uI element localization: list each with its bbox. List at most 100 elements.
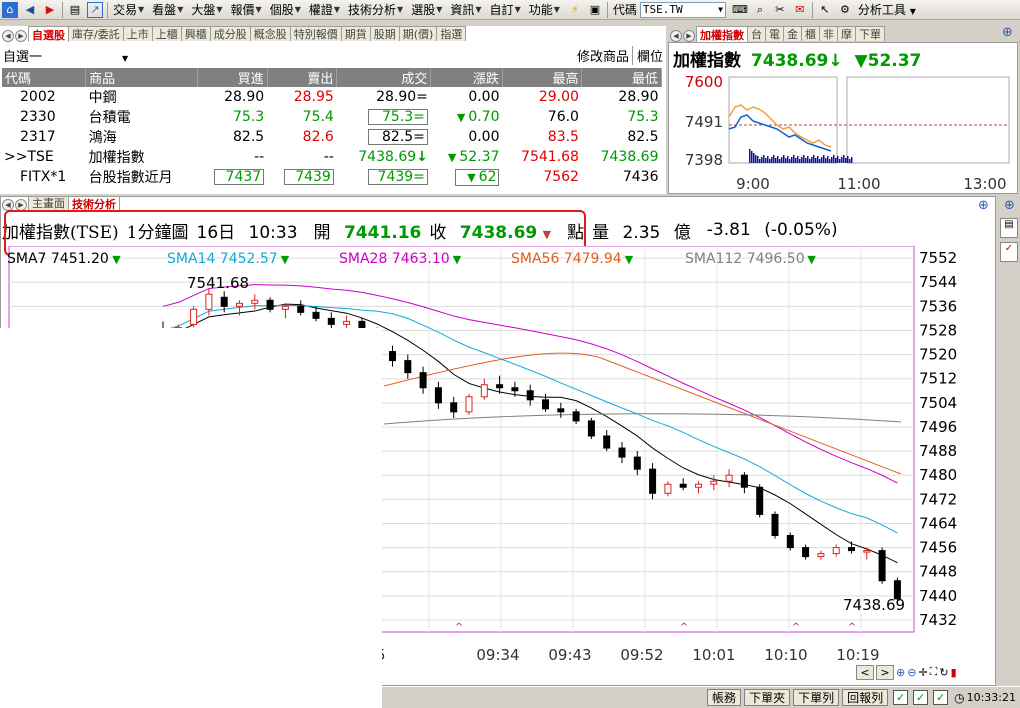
- column-header[interactable]: 最高: [502, 68, 583, 87]
- candle-body: [220, 296, 228, 307]
- tab-item[interactable]: 上櫃: [151, 26, 182, 41]
- cell-value: 0.00: [468, 89, 500, 105]
- scroll-left-icon[interactable]: <: [856, 664, 874, 680]
- menu-item[interactable]: 報價 ▼: [231, 1, 262, 18]
- status-button[interactable]: 下單列: [793, 689, 840, 706]
- watchlist-selector[interactable]: 自選一 ▼: [3, 46, 128, 65]
- scroll-right-icon[interactable]: >: [876, 664, 894, 680]
- tab-item[interactable]: 股期: [369, 26, 400, 41]
- zoom-icon[interactable]: ⊕: [1004, 198, 1015, 213]
- candle-body: [802, 547, 810, 558]
- menu-item[interactable]: 功能 ▼: [529, 1, 560, 18]
- note-icon[interactable]: ✓: [1000, 242, 1018, 262]
- menu-item[interactable]: 資訊 ▼: [450, 1, 481, 18]
- mini-volume-bar: [849, 159, 851, 163]
- tab-item[interactable]: 電: [765, 26, 784, 41]
- chevron-down-icon: ▼: [294, 5, 301, 14]
- tab-item[interactable]: 指選: [436, 26, 467, 41]
- table-cell-low: 7438.69: [582, 147, 662, 167]
- status-button[interactable]: 帳務: [707, 689, 742, 706]
- tab-item[interactable]: 庫存/委託: [68, 26, 124, 41]
- tab-item[interactable]: 成分股: [209, 26, 251, 41]
- menu-item[interactable]: 技術分析 ▼: [348, 1, 403, 18]
- popup-window-icon[interactable]: ↗: [87, 1, 103, 18]
- menu-item[interactable]: 交易 ▼: [113, 1, 144, 18]
- fit-icon[interactable]: ⛶: [930, 665, 938, 679]
- tab-item[interactable]: 概念股: [249, 26, 291, 41]
- tools-icon[interactable]: ✂: [772, 2, 788, 18]
- print-icon[interactable]: ▤: [67, 2, 83, 18]
- scroll-left-icon[interactable]: ◀: [670, 30, 682, 42]
- tab-item[interactable]: 櫃: [801, 26, 820, 41]
- tab-item[interactable]: 自選股: [28, 26, 69, 42]
- code-input[interactable]: TSE.TW ▼: [639, 1, 726, 18]
- table-row[interactable]: >>TSE 加權指數 -- -- 7438.69↓ ▼ 52.37 7541.68 7438.6…: [2, 147, 662, 167]
- menu-item[interactable]: 個股 ▼: [270, 1, 301, 18]
- table-row[interactable]: 2002 中鋼 28.90 28.95 28.90= 0.00 29.00 28.90: [2, 87, 662, 107]
- tab-item[interactable]: 下單: [855, 26, 885, 41]
- tab-item[interactable]: 加權指數: [696, 26, 748, 42]
- zoom-in-icon[interactable]: ⊕: [896, 666, 905, 679]
- table-row[interactable]: FITX*1 台股指數近月 7437 7439 7439= ▼ 62 7562 7436: [2, 167, 662, 187]
- table-row[interactable]: 2317 鴻海 82.5 82.6 82.5= 0.00 83.5 82.5: [2, 127, 662, 147]
- table-cell-low: 75.3: [582, 107, 662, 127]
- column-header[interactable]: 商品: [85, 68, 199, 87]
- scroll-right-icon[interactable]: ▶: [15, 30, 27, 42]
- column-header[interactable]: 買進: [197, 68, 268, 87]
- scroll-left-icon[interactable]: ◀: [2, 30, 14, 42]
- settings-icon[interactable]: ⚙: [837, 2, 853, 18]
- keyboard-icon[interactable]: ⌨: [732, 2, 748, 18]
- status-button[interactable]: 回報列: [842, 689, 889, 706]
- scroll-left-icon[interactable]: ◀: [2, 199, 14, 211]
- home-icon[interactable]: ⌂: [2, 1, 18, 18]
- back-icon[interactable]: ◀: [22, 2, 38, 18]
- column-header[interactable]: 漲跌: [430, 68, 503, 87]
- tab-item[interactable]: 期貨: [340, 26, 371, 41]
- zoom-icon[interactable]: ⊕: [978, 198, 989, 213]
- zoom-icon[interactable]: ⊕: [1002, 25, 1013, 40]
- menu-item[interactable]: 權證 ▼: [309, 1, 340, 18]
- tab-item[interactable]: 期(價): [398, 26, 438, 41]
- forward-icon[interactable]: ▶: [42, 2, 58, 18]
- table-row[interactable]: 2330 台積電 75.3 75.4 75.3= ▼ 0.70 76.0 75.3: [2, 107, 662, 127]
- notepad-icon[interactable]: ▣: [587, 2, 603, 18]
- tab-item[interactable]: 非: [819, 26, 838, 41]
- column-header[interactable]: 代碼: [2, 68, 87, 87]
- edit-products-button[interactable]: 修改商品: [577, 45, 633, 65]
- checkbox-check-icon[interactable]: ✓: [933, 690, 949, 705]
- chevron-down-icon[interactable]: ▼: [718, 5, 725, 14]
- tab-item[interactable]: 特別報價: [289, 26, 342, 41]
- menu-item[interactable]: 選股 ▼: [411, 1, 442, 18]
- scroll-right-icon[interactable]: ▶: [683, 30, 695, 42]
- scroll-right-icon[interactable]: ▶: [15, 199, 27, 211]
- column-header[interactable]: 成交: [336, 68, 432, 87]
- column-header[interactable]: 賣出: [267, 68, 338, 87]
- tab-item[interactable]: 技術分析: [68, 197, 120, 211]
- status-button[interactable]: 下單夾: [744, 689, 791, 706]
- checkbox-check-icon[interactable]: ✓: [913, 690, 929, 705]
- cursor-icon[interactable]: ↖: [817, 2, 833, 18]
- menu-item[interactable]: 自訂 ▼: [490, 1, 521, 18]
- tab-item[interactable]: 興櫃: [180, 26, 211, 41]
- bar-chart-icon[interactable]: ▮: [951, 666, 957, 679]
- table-cell-ask: 28.95: [267, 87, 337, 107]
- mini-volume-bar: [777, 156, 779, 163]
- menu-item[interactable]: 大盤 ▼: [191, 1, 222, 18]
- tab-item[interactable]: 主畫面: [28, 197, 69, 210]
- tab-item[interactable]: 摩: [837, 26, 856, 41]
- alert-icon[interactable]: ✉: [792, 2, 808, 18]
- checkbox-check-icon[interactable]: ✓: [893, 690, 909, 705]
- tab-item[interactable]: 金: [783, 26, 802, 41]
- side-panel-tab[interactable]: ▤: [1000, 218, 1018, 238]
- refresh-icon[interactable]: ↻: [939, 666, 948, 679]
- column-header[interactable]: 最低: [581, 68, 662, 87]
- zoom-out-icon[interactable]: ⊖: [907, 666, 916, 679]
- menu-item[interactable]: 看盤 ▼: [152, 1, 183, 18]
- tab-item[interactable]: 台: [747, 26, 766, 41]
- magnifier-icon[interactable]: ⌕: [752, 2, 768, 18]
- analysis-tools-menu[interactable]: 分析工具 ▼: [858, 1, 916, 18]
- tab-item[interactable]: 上市: [122, 26, 153, 41]
- crosshair-icon[interactable]: ✛: [918, 666, 927, 679]
- lightning-icon[interactable]: ⚡: [567, 2, 583, 18]
- columns-button[interactable]: 欄位: [637, 46, 663, 65]
